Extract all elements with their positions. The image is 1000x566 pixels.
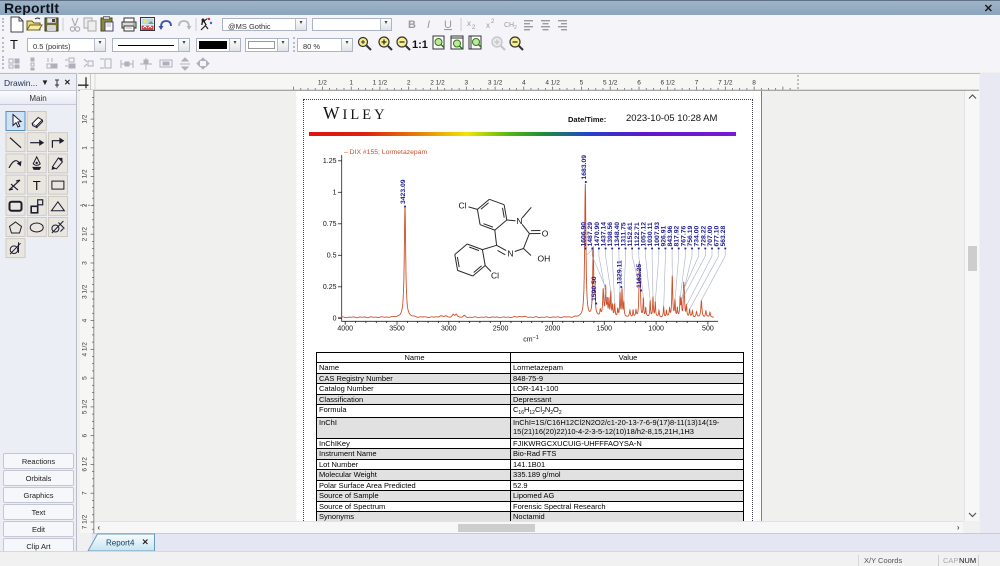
svg-text:1: 1 [333, 190, 337, 197]
svg-text:1590.50: 1590.50 [591, 276, 598, 301]
svg-text:7: 7 [82, 491, 89, 495]
svg-text:3: 3 [82, 261, 89, 265]
svg-text:OH: OH [538, 254, 551, 264]
svg-text:0.5: 0.5 [327, 253, 337, 260]
svg-text:2500: 2500 [493, 326, 509, 333]
svg-text:3000: 3000 [441, 326, 457, 333]
svg-text:3423.09: 3423.09 [400, 179, 407, 204]
svg-text:1: 1 [82, 146, 89, 150]
svg-text:U: U [444, 19, 452, 31]
svg-text:0: 0 [333, 316, 337, 323]
svg-text:5: 5 [580, 80, 584, 87]
svg-text:6: 6 [82, 434, 89, 438]
svg-text:3 1/2: 3 1/2 [488, 80, 503, 87]
svg-text:1: 1 [349, 80, 353, 87]
svg-text:3500: 3500 [389, 326, 405, 333]
svg-text:3 1/2: 3 1/2 [82, 284, 89, 299]
svg-text:8: 8 [752, 80, 756, 87]
svg-text:1/2: 1/2 [82, 114, 89, 123]
svg-text:Cl: Cl [491, 271, 499, 281]
svg-text:4: 4 [522, 80, 526, 87]
svg-text:2000: 2000 [545, 326, 561, 333]
svg-text:T: T [33, 178, 41, 193]
svg-text:2: 2 [491, 19, 495, 25]
svg-text:1:1: 1:1 [412, 39, 428, 51]
svg-text:cm−1: cm−1 [523, 335, 539, 344]
svg-text:5 1/2: 5 1/2 [82, 399, 89, 414]
svg-text:CH: CH [504, 22, 514, 29]
svg-text:7: 7 [695, 80, 699, 87]
svg-text:3: 3 [464, 80, 468, 87]
svg-text:1000: 1000 [648, 326, 664, 333]
svg-text:4: 4 [82, 318, 89, 322]
svg-text:5: 5 [82, 376, 89, 380]
svg-text:4 1/2: 4 1/2 [82, 342, 89, 357]
svg-text:1683.09: 1683.09 [581, 155, 588, 180]
svg-text:0.75: 0.75 [323, 221, 337, 228]
svg-text:1 1/2: 1 1/2 [82, 169, 89, 184]
svg-text:x: x [486, 21, 490, 30]
svg-text:4 1/2: 4 1/2 [545, 80, 560, 87]
svg-text:2: 2 [472, 25, 476, 31]
svg-text:1.25: 1.25 [323, 158, 337, 165]
svg-text:1500: 1500 [597, 326, 613, 333]
svg-text:7 1/2: 7 1/2 [718, 80, 733, 87]
svg-text:1329.11: 1329.11 [616, 260, 623, 284]
svg-text:2 1/2: 2 1/2 [82, 227, 89, 242]
svg-text:Cl: Cl [458, 200, 466, 210]
svg-text:0.25: 0.25 [323, 284, 337, 291]
svg-text:5 1/2: 5 1/2 [603, 80, 618, 87]
svg-text:1/2: 1/2 [318, 80, 327, 87]
svg-text:I: I [427, 19, 430, 31]
svg-text:N: N [507, 248, 513, 258]
svg-text:2 1/2: 2 1/2 [430, 80, 445, 87]
svg-text:6: 6 [637, 80, 641, 87]
svg-text:Report4: Report4 [106, 539, 135, 548]
svg-text:2: 2 [514, 25, 517, 31]
svg-text:O: O [542, 229, 549, 239]
svg-text:4000: 4000 [337, 326, 353, 333]
svg-text:500: 500 [702, 326, 714, 333]
svg-text:2: 2 [82, 203, 89, 207]
svg-text:– DIX #155; Lormetazepam: – DIX #155; Lormetazepam [344, 149, 427, 156]
svg-text:6 1/2: 6 1/2 [660, 80, 675, 87]
svg-text:1 1/2: 1 1/2 [373, 80, 388, 87]
svg-text:N: N [516, 216, 522, 226]
svg-text:2: 2 [407, 80, 411, 87]
svg-text:x: x [467, 19, 471, 28]
svg-text:563.28: 563.28 [720, 225, 727, 246]
svg-text:7 1/2: 7 1/2 [82, 514, 89, 529]
svg-text:6 1/2: 6 1/2 [82, 457, 89, 472]
svg-text:1162.25: 1162.25 [636, 264, 643, 288]
svg-text:T: T [10, 37, 18, 52]
svg-text:B: B [408, 19, 416, 31]
